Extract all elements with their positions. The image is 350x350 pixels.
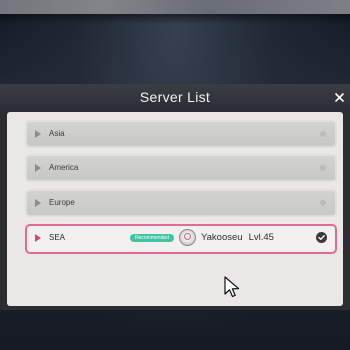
recommended-badge: Recommended: [130, 234, 174, 242]
player-avatar: [179, 229, 196, 246]
dialog-title: Server List: [139, 89, 211, 105]
server-name: SEA: [49, 233, 66, 242]
server-row-sea[interactable]: SEA Recommended Yakooseu Lvl.45: [25, 224, 337, 254]
server-name: Europe: [49, 198, 75, 207]
play-arrow-icon: [35, 164, 41, 172]
server-name: America: [49, 163, 79, 172]
close-icon: [334, 93, 344, 102]
player-info: Yakooseu Lvl.45: [201, 232, 274, 243]
check-circle-icon: [316, 232, 327, 243]
radio-dot-icon: [319, 130, 327, 138]
player-level: Lvl.45: [248, 232, 274, 243]
server-row-europe[interactable]: Europe: [25, 189, 337, 217]
radio-dot-icon: [319, 164, 327, 172]
server-list-panel: Asia America Europe SEA Recommended Yako…: [7, 112, 343, 306]
play-arrow-icon: [35, 130, 41, 138]
play-arrow-icon: [35, 199, 41, 207]
server-row-asia[interactable]: Asia: [25, 120, 337, 148]
server-list-dialog: Server List Asia America Europe SEA Reco…: [0, 84, 350, 310]
close-button[interactable]: [331, 90, 347, 106]
avatar-face-icon: [184, 233, 191, 240]
dialog-body: Asia America Europe SEA Recommended Yako…: [0, 112, 350, 310]
radio-dot-icon: [319, 199, 327, 207]
dialog-header: Server List: [0, 84, 350, 112]
play-arrow-icon: [35, 234, 41, 242]
player-name: Yakooseu: [201, 232, 243, 243]
server-name: Asia: [49, 129, 65, 138]
mouse-cursor-icon: [224, 276, 240, 298]
server-row-america[interactable]: America: [25, 154, 337, 182]
